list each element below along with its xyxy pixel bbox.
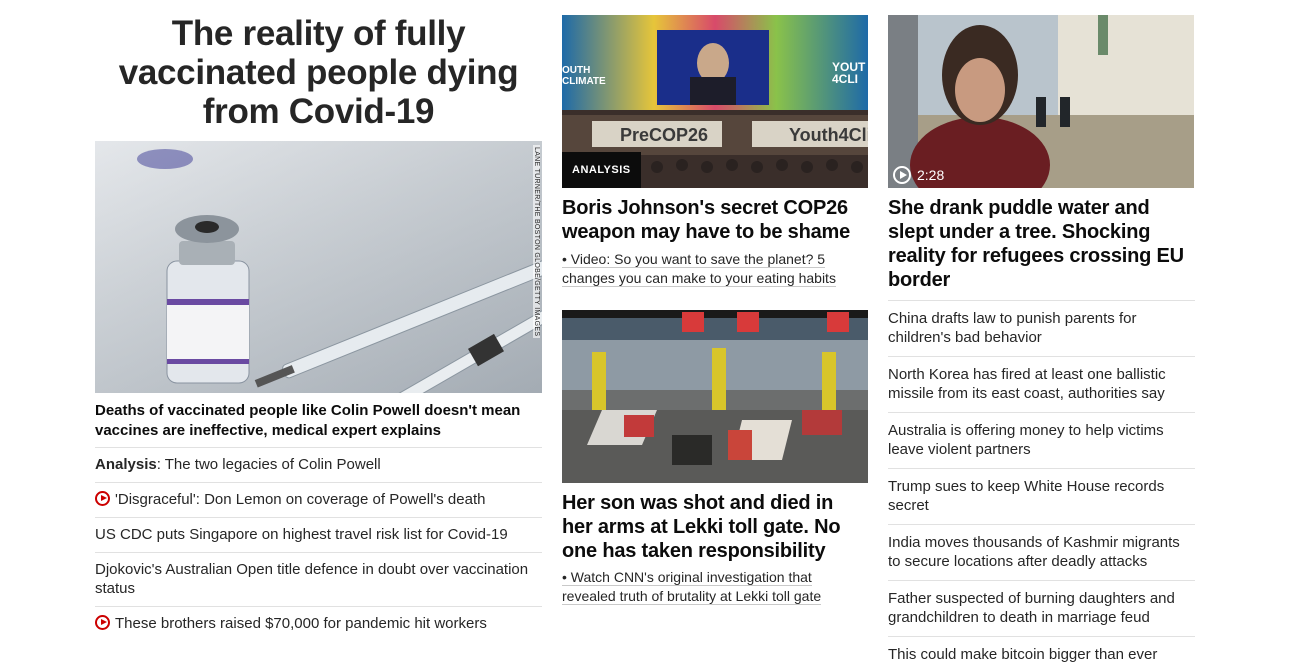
- lekki-related-link[interactable]: • Watch CNN's original investigation tha…: [562, 568, 868, 606]
- play-icon: [893, 166, 911, 184]
- related-story-item[interactable]: Analysis: The two legacies of Colin Powe…: [95, 447, 542, 482]
- lekki-image[interactable]: [562, 310, 868, 483]
- related-story-item[interactable]: US CDC puts Singapore on highest travel …: [95, 517, 542, 552]
- latest-story-item[interactable]: India moves thousands of Kashmir migrant…: [888, 524, 1195, 580]
- middle-column: OUTH CLIMATE YOUT 4CLI PreCOP26 Youth4Cl…: [562, 0, 868, 606]
- toll-gate-illustration: [562, 310, 868, 483]
- latest-story-item[interactable]: Father suspected of burning daughters an…: [888, 580, 1195, 636]
- related-story-item[interactable]: These brothers raised $70,000 for pandem…: [95, 606, 542, 641]
- banner-text-left: OUTH CLIMATE: [562, 65, 606, 87]
- latest-stories-list: China drafts law to punish parents for c…: [888, 300, 1195, 670]
- video-duration: 2:28: [893, 166, 944, 184]
- photo-credit: LANE TURNER/THE BOSTON GLOBE/GETTY IMAGE…: [533, 145, 540, 339]
- vaccine-vial-illustration: [95, 141, 542, 393]
- related-story-item[interactable]: Djokovic's Australian Open title defence…: [95, 552, 542, 606]
- related-story-item[interactable]: 'Disgraceful': Don Lemon on coverage of …: [95, 482, 542, 517]
- analysis-label: Analysis: [95, 456, 157, 473]
- latest-story-item[interactable]: Australia is offering money to help vict…: [888, 412, 1195, 468]
- banner-text-right: YOUT 4CLI: [832, 60, 866, 86]
- latest-story-item[interactable]: China drafts law to punish parents for c…: [888, 300, 1195, 356]
- latest-story-item[interactable]: This could make bitcoin bigger than ever: [888, 636, 1195, 670]
- hero-headline[interactable]: The reality of fully vaccinated people d…: [95, 14, 542, 131]
- refugee-headline[interactable]: She drank puddle water and slept under a…: [888, 196, 1195, 292]
- stage-sign-precop: PreCOP26: [620, 125, 709, 145]
- cop26-related-link[interactable]: • Video: So you want to save the planet?…: [562, 250, 868, 288]
- latest-story-item[interactable]: Trump sues to keep White House records s…: [888, 468, 1195, 524]
- right-column: 2:28 She drank puddle water and slept un…: [888, 0, 1195, 670]
- play-video-icon: [95, 491, 110, 506]
- analysis-badge: ANALYSIS: [562, 152, 641, 188]
- latest-story-item[interactable]: North Korea has fired at least one balli…: [888, 356, 1195, 412]
- refugee-woman-illustration: [888, 15, 1194, 188]
- cop26-headline[interactable]: Boris Johnson's secret COP26 weapon may …: [562, 196, 868, 244]
- lead-story-link[interactable]: Deaths of vaccinated people like Colin P…: [95, 401, 542, 441]
- lekki-headline[interactable]: Her son was shot and died in her arms at…: [562, 491, 868, 563]
- hero-image[interactable]: LANE TURNER/THE BOSTON GLOBE/GETTY IMAGE…: [95, 141, 542, 393]
- cop26-image[interactable]: OUTH CLIMATE YOUT 4CLI PreCOP26 Youth4Cl…: [562, 15, 868, 188]
- play-video-icon: [95, 615, 110, 630]
- stage-sign-youth: Youth4Cli: [789, 125, 868, 145]
- top-story-column: The reality of fully vaccinated people d…: [95, 0, 542, 641]
- related-stories-list: Analysis: The two legacies of Colin Powe…: [95, 447, 542, 641]
- refugee-video-thumbnail[interactable]: 2:28: [888, 15, 1194, 188]
